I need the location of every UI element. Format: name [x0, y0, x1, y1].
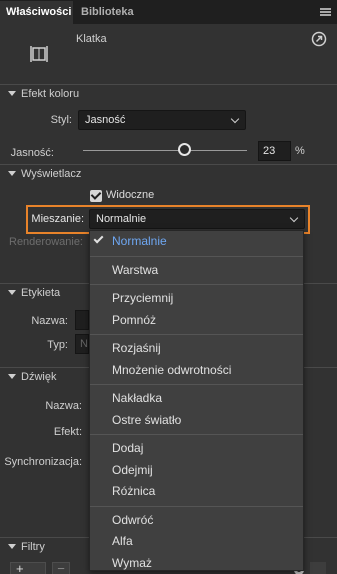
- blend-menu-item[interactable]: Mnożenie odwrotności: [90, 360, 303, 380]
- blend-menu-item-label: Odejmij: [112, 462, 153, 477]
- divider: [0, 84, 337, 85]
- blend-menu-item-label: Przyciemnij: [112, 291, 174, 305]
- checkmark-icon: [93, 233, 104, 244]
- blend-value: Normalnie: [96, 213, 147, 225]
- brightness-label: Jasność:: [10, 147, 54, 159]
- collapse-triangle-icon: [8, 544, 16, 549]
- sound-name-label: Nazwa:: [45, 400, 82, 412]
- blend-menu-item-label: Ostre światło: [112, 412, 182, 427]
- filter-settings-dropdown[interactable]: [310, 562, 326, 574]
- section-filters[interactable]: Filtry: [8, 539, 45, 555]
- sound-effect-label: Efekt:: [53, 426, 82, 438]
- chevron-down-icon: [230, 114, 240, 124]
- menu-separator: [90, 334, 303, 335]
- blend-menu-item-label: Warstwa: [112, 262, 159, 277]
- blend-menu-item[interactable]: Rozjaśnij: [90, 338, 303, 358]
- blend-menu-item-label: Mnożenie odwrotności: [112, 362, 232, 377]
- blend-menu-item-label: Różnica: [112, 484, 156, 498]
- menu-separator: [90, 255, 303, 257]
- blend-menu-item[interactable]: Odwróć: [90, 510, 303, 530]
- add-filter-button[interactable]: +: [10, 562, 46, 574]
- collapse-triangle-icon: [8, 91, 16, 96]
- blend-menu-item[interactable]: Normalnie: [90, 231, 303, 251]
- panel-menu-icon[interactable]: [320, 8, 331, 16]
- object-type-label: Klatka: [76, 33, 107, 45]
- tab-properties[interactable]: Właściwości: [0, 1, 73, 24]
- frame-icon: [30, 46, 48, 62]
- go-to-icon[interactable]: [311, 31, 327, 47]
- remove-icon: −: [57, 561, 65, 574]
- style-value: Jasność: [85, 114, 126, 126]
- remove-filter-button[interactable]: −: [52, 562, 70, 574]
- blend-menu-item[interactable]: Dodaj: [90, 438, 303, 458]
- blend-dropdown[interactable]: Normalnie: [89, 209, 305, 229]
- menu-separator: [90, 384, 303, 385]
- blend-menu-item[interactable]: Odejmij: [90, 460, 303, 480]
- section-title: Wyświetlacz: [21, 168, 82, 180]
- blend-mode-menu: Normalnie Warstwa Przyciemnij Pomnóż Rozjaśn…: [89, 230, 304, 571]
- style-label: Styl:: [50, 114, 72, 126]
- blend-menu-item[interactable]: Nakładka: [90, 388, 303, 408]
- brightness-unit: %: [295, 145, 305, 157]
- menu-separator: [90, 284, 303, 285]
- section-sound[interactable]: Dźwięk: [8, 369, 56, 385]
- blend-menu-item-label: Odwróć: [112, 512, 154, 527]
- blend-menu-item-label: Rozjaśnij: [112, 341, 161, 355]
- blend-menu-item[interactable]: Warstwa: [90, 260, 303, 280]
- blend-menu-item-label: Wymaż: [112, 555, 152, 570]
- brightness-slider-track[interactable]: [83, 150, 247, 151]
- blend-menu-item[interactable]: Pomnóż: [90, 310, 303, 330]
- visible-checkbox[interactable]: [90, 190, 102, 202]
- tab-bar: Właściwości Biblioteka: [0, 0, 337, 24]
- menu-separator: [90, 434, 303, 435]
- section-title: Efekt koloru: [21, 88, 80, 100]
- collapse-triangle-icon: [8, 374, 16, 379]
- blend-menu-item-label: Nakładka: [112, 391, 163, 405]
- blend-menu-item-label: Normalnie: [112, 234, 167, 248]
- blend-menu-item[interactable]: Ostre światło: [90, 410, 303, 430]
- label-name-input[interactable]: [75, 310, 89, 330]
- blend-menu-item-label: Dodaj: [112, 441, 144, 455]
- collapse-triangle-icon: [8, 290, 16, 295]
- render-label: Renderowanie:: [9, 236, 83, 248]
- tab-library[interactable]: Biblioteka: [75, 1, 140, 24]
- section-label[interactable]: Etykieta: [8, 285, 60, 301]
- label-type-label: Typ:: [47, 339, 68, 351]
- blend-label: Mieszanie:: [31, 213, 84, 225]
- blend-menu-item[interactable]: Różnica: [90, 481, 303, 501]
- divider: [0, 164, 337, 165]
- section-color-effect[interactable]: Efekt koloru: [8, 86, 79, 102]
- section-display[interactable]: Wyświetlacz: [8, 166, 81, 182]
- brightness-input[interactable]: 23: [258, 141, 291, 161]
- section-title: Filtry: [21, 541, 45, 553]
- menu-separator: [90, 505, 303, 507]
- label-name-label: Nazwa:: [31, 315, 68, 327]
- blend-menu-item-label: Pomnóż: [112, 312, 157, 327]
- brightness-slider-thumb[interactable]: [177, 143, 191, 156]
- label-type-dropdown[interactable]: N: [75, 334, 89, 354]
- sync-label: Synchronizacja:: [4, 456, 82, 468]
- blend-menu-item-label: Alfa: [112, 534, 133, 548]
- blend-menu-item[interactable]: Przyciemnij: [90, 288, 303, 308]
- collapse-triangle-icon: [8, 171, 16, 176]
- section-title: Dźwięk: [21, 371, 57, 383]
- add-icon: +: [16, 561, 24, 574]
- blend-menu-item[interactable]: Wymaż: [90, 553, 303, 573]
- blend-menu-item[interactable]: Alfa: [90, 531, 303, 551]
- chevron-down-icon: [289, 213, 299, 223]
- style-dropdown[interactable]: Jasność: [78, 110, 246, 130]
- section-title: Etykieta: [21, 287, 61, 299]
- visible-label: Widoczne: [106, 189, 155, 201]
